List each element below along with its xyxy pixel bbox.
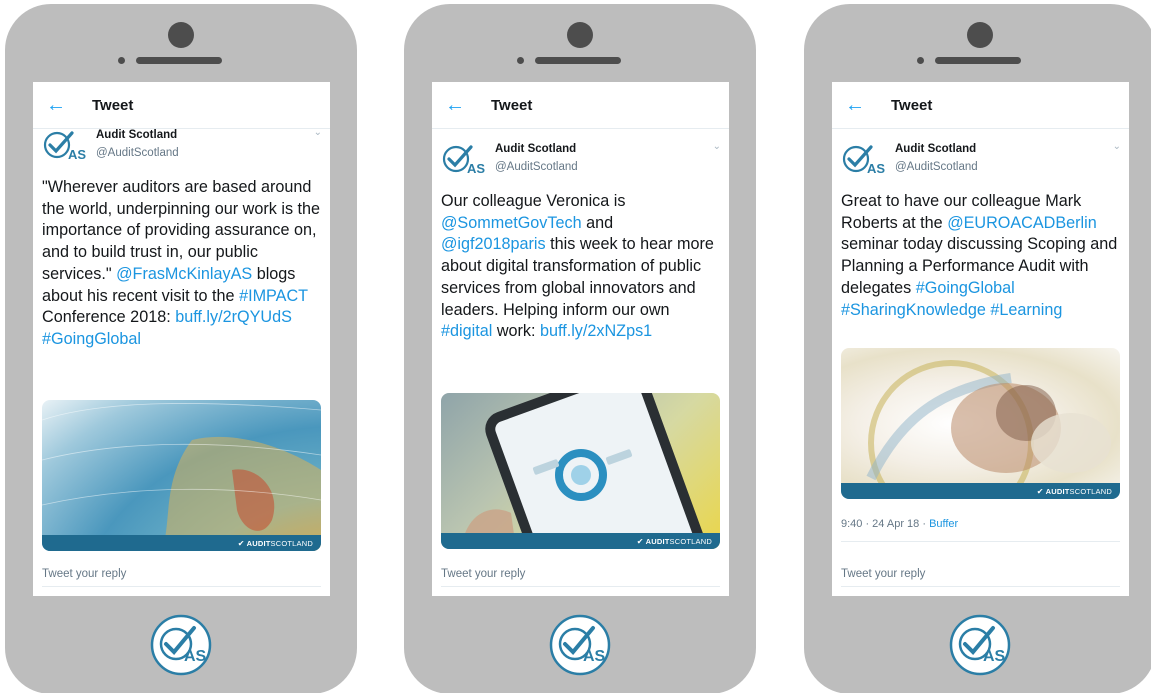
arrow-left-icon[interactable]: ← [845, 95, 879, 115]
brand-bar: ✔ AUDIT SCOTLAND [441, 533, 720, 549]
brand-text-bold: AUDIT [1045, 486, 1070, 496]
avatar-text: AS [467, 161, 485, 176]
check-mark-icon: ✔ [636, 536, 644, 546]
chevron-down-icon[interactable]: ⌄ [713, 141, 721, 152]
phone-mockup-3: ← Tweet AS Audit Scotland @AuditScotland… [804, 4, 1151, 693]
phone-mockup-2: ← Tweet AS Audit Scotland @AuditScotland… [404, 4, 756, 693]
arrow-left-icon[interactable]: ← [445, 95, 479, 115]
mention-link[interactable]: @igf2018paris [441, 235, 546, 253]
logo-text: AS [983, 648, 1006, 665]
tweet-author[interactable]: AS Audit Scotland @AuditScotland ⌄ [832, 139, 1129, 191]
url-link[interactable]: buff.ly/2xNZps1 [540, 322, 652, 340]
tweet-screen: ← Tweet AS Audit Scotland @AuditScotland… [33, 82, 330, 596]
audit-scotland-logo-button[interactable]: AS [949, 614, 1011, 676]
globe-collage-graphic [866, 360, 1111, 499]
audit-scotland-avatar[interactable]: AS [841, 143, 887, 177]
tweet-screen: ← Tweet AS Audit Scotland @AuditScotland… [432, 82, 729, 596]
brand-text-bold: AUDIT [246, 538, 271, 548]
logo-text: AS [184, 648, 207, 665]
mention-link[interactable]: @EUROACADBerlin [947, 214, 1097, 232]
account-handle[interactable]: @AuditScotland [895, 161, 978, 173]
tweet-body: Our colleague Veronica is @SommetGovTech… [432, 191, 729, 343]
sensor-dot [517, 57, 524, 64]
hashtag-link[interactable]: #IMPACT [239, 287, 308, 305]
brand-text: SCOTLAND [270, 538, 313, 548]
sensor-dot [118, 57, 125, 64]
camera [967, 22, 993, 48]
brand-text: SCOTLAND [669, 536, 712, 546]
mention-link[interactable]: @FrasMcKinlayAS [116, 265, 252, 283]
phone-mockup-1: ← Tweet AS Audit Scotland @AuditScotland… [5, 4, 357, 693]
hashtag-link[interactable]: #GoingGlobal [916, 279, 1015, 297]
account-name[interactable]: Audit Scotland [96, 129, 177, 141]
tweet-header: ← Tweet [432, 82, 729, 129]
tweet-screen: ← Tweet AS Audit Scotland @AuditScotland… [832, 82, 1129, 596]
speaker-grille [136, 57, 222, 64]
camera [168, 22, 194, 48]
camera [567, 22, 593, 48]
speaker-grille [535, 57, 621, 64]
reply-input[interactable]: Tweet your reply [841, 568, 1120, 587]
brand-text-bold: AUDIT [645, 536, 670, 546]
audit-scotland-logo-button[interactable]: AS [549, 614, 611, 676]
tweet-body: "Wherever auditors are based around the … [33, 177, 330, 351]
arrow-left-icon[interactable]: ← [46, 95, 80, 115]
tweet-author[interactable]: AS Audit Scotland @AuditScotland ⌄ [432, 139, 729, 191]
page-title: Tweet [491, 96, 533, 114]
chevron-down-icon[interactable]: ⌄ [1113, 141, 1121, 152]
smartphone-graphic [461, 393, 707, 549]
reply-input[interactable]: Tweet your reply [42, 568, 321, 587]
tweet-meta: 9:40 · 24 Apr 18 · Buffer [841, 518, 958, 530]
sensor-dot [917, 57, 924, 64]
tweet-body: Great to have our colleague Mark Roberts… [832, 191, 1129, 321]
page-title: Tweet [891, 96, 933, 114]
account-handle[interactable]: @AuditScotland [96, 147, 179, 159]
page-title: Tweet [92, 96, 134, 114]
reply-input[interactable]: Tweet your reply [441, 568, 720, 587]
avatar-text: AS [68, 147, 86, 162]
speaker-grille [935, 57, 1021, 64]
audit-scotland-avatar[interactable]: AS [42, 129, 88, 163]
tweet-text: Conference 2018: [42, 308, 171, 327]
tweet-author[interactable]: AS Audit Scotland @AuditScotland ⌄ [33, 125, 330, 177]
tweet-text: Our colleague Veronica is [441, 192, 626, 210]
check-mark-icon: ✔ [237, 538, 245, 548]
account-handle[interactable]: @AuditScotland [495, 161, 578, 173]
hashtag-link[interactable]: #digital [441, 322, 492, 340]
tweet-media-phone[interactable]: ✔ AUDIT SCOTLAND [441, 393, 720, 549]
audit-scotland-logo-button[interactable]: AS [150, 614, 212, 676]
tweet-text: and [586, 213, 614, 232]
divider [841, 541, 1120, 542]
tweet-media-globe[interactable]: ✔ AUDIT SCOTLAND [42, 400, 321, 551]
tweet-header: ← Tweet [832, 82, 1129, 129]
url-link[interactable]: buff.ly/2rQYUdS [175, 308, 292, 326]
hashtag-link[interactable]: #Learning [990, 301, 1062, 319]
tweet-header: ← Tweet [33, 82, 330, 129]
chevron-down-icon[interactable]: ⌄ [314, 127, 322, 138]
tweet-timestamp[interactable]: 9:40 · 24 Apr 18 · [841, 518, 926, 530]
globe-graphic [42, 403, 321, 551]
check-mark-icon: ✔ [1036, 486, 1044, 496]
brand-bar: ✔ AUDIT SCOTLAND [42, 535, 321, 551]
hashtag-link[interactable]: #GoingGlobal [42, 330, 141, 348]
account-name[interactable]: Audit Scotland [895, 143, 976, 155]
avatar-text: AS [867, 161, 885, 176]
brand-text: SCOTLAND [1069, 486, 1112, 496]
tweet-text: work: [496, 322, 536, 341]
brand-bar: ✔ AUDIT SCOTLAND [841, 483, 1120, 499]
audit-scotland-avatar[interactable]: AS [441, 143, 487, 177]
hashtag-link[interactable]: #SharingKnowledge [841, 301, 986, 319]
mention-link[interactable]: @SommetGovTech [441, 214, 582, 232]
logo-text: AS [583, 648, 606, 665]
account-name[interactable]: Audit Scotland [495, 143, 576, 155]
tweet-media-globe-collage[interactable]: ✔ AUDIT SCOTLAND [841, 348, 1120, 499]
tweet-source-link[interactable]: Buffer [929, 518, 958, 530]
